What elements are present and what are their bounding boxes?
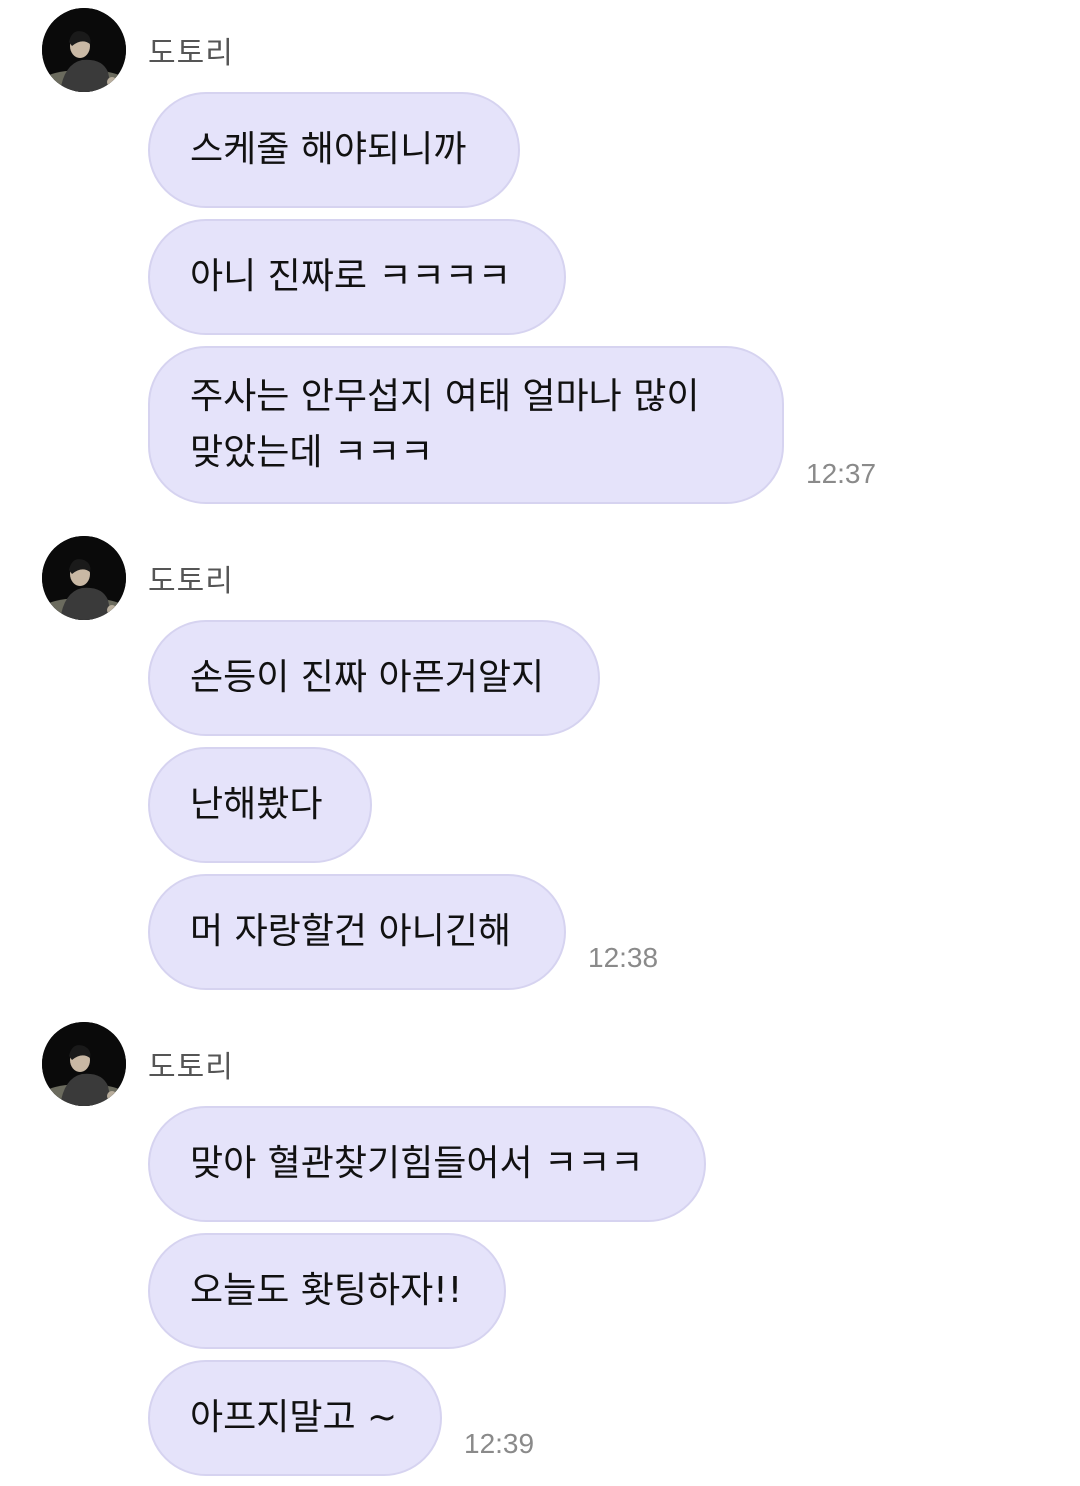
message-bubble[interactable]: 스케줄 해야되니까	[148, 92, 520, 208]
message-group: 도토리 스케줄 해야되니까 아니 진짜로 ㅋㅋㅋㅋ 주사는 안무섭지 여태 얼마…	[0, 8, 1080, 508]
message-text: 아니 진짜로 ㅋㅋㅋㅋ	[190, 256, 511, 297]
message-text: 난해봤다	[190, 784, 323, 825]
sender-name: 도토리	[148, 36, 234, 71]
message-bubble[interactable]: 난해봤다	[148, 747, 372, 863]
message-timestamp: 12:37	[806, 458, 877, 489]
message-text: 손등이 진짜 아픈거알지	[190, 657, 545, 698]
message-group: 도토리 맞아 혈관찾기힘들어서 ㅋㅋㅋ 오늘도 홧팅하자!! 아프지말고 ~ 1…	[0, 1022, 1080, 1482]
profile-photo-icon	[42, 536, 126, 620]
profile-photo-icon	[42, 1022, 126, 1106]
message-text: 아프지말고 ~	[190, 1397, 398, 1438]
message-bubble[interactable]: 주사는 안무섭지 여태 얼마나 많이 맞았는데 ㅋㅋㅋ	[148, 346, 784, 504]
message-text: 맞아 혈관찾기힘들어서 ㅋㅋㅋ	[190, 1143, 644, 1184]
avatar[interactable]	[42, 536, 126, 620]
message-text: 머 자랑할건 아니긴해	[190, 911, 511, 952]
avatar[interactable]	[42, 1022, 126, 1106]
message-text: 스케줄 해야되니까	[190, 129, 467, 170]
message-timestamp: 12:38	[588, 942, 659, 973]
message-bubble[interactable]: 아프지말고 ~	[148, 1360, 442, 1476]
sender-name: 도토리	[148, 1050, 234, 1085]
message-text: 오늘도 홧팅하자!!	[190, 1270, 463, 1311]
avatar[interactable]	[42, 8, 126, 92]
message-timestamp: 12:39	[464, 1428, 535, 1459]
message-bubble[interactable]: 손등이 진짜 아픈거알지	[148, 620, 600, 736]
message-bubble[interactable]: 머 자랑할건 아니긴해	[148, 874, 566, 990]
message-bubble[interactable]: 아니 진짜로 ㅋㅋㅋㅋ	[148, 219, 566, 335]
message-bubble[interactable]: 맞아 혈관찾기힘들어서 ㅋㅋㅋ	[148, 1106, 706, 1222]
sender-name: 도토리	[148, 564, 234, 599]
message-text: 주사는 안무섭지 여태 얼마나 많이 맞았는데 ㅋㅋㅋ	[190, 376, 700, 473]
message-bubble[interactable]: 오늘도 홧팅하자!!	[148, 1233, 506, 1349]
profile-photo-icon	[42, 8, 126, 92]
message-group: 도토리 손등이 진짜 아픈거알지 난해봤다 머 자랑할건 아니긴해 12:38	[0, 536, 1080, 996]
